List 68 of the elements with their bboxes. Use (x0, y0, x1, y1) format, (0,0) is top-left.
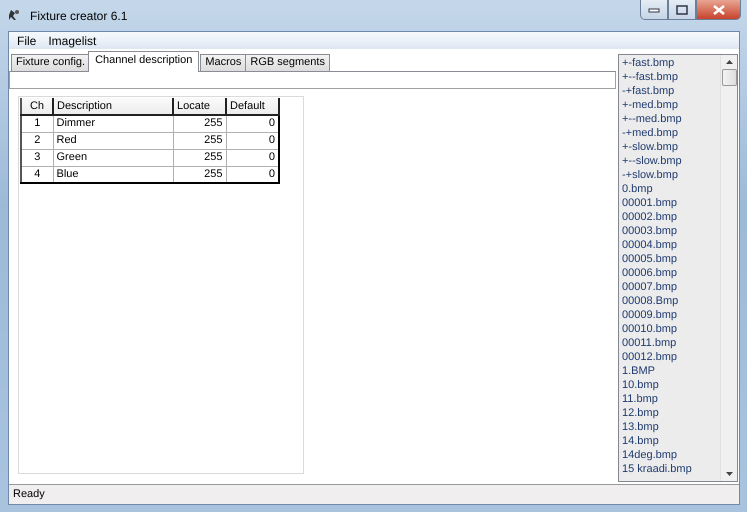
table-cell: Blue (53, 166, 173, 183)
list-item[interactable]: +-slow.bmp (622, 140, 717, 154)
tab[interactable]: Macros (200, 54, 246, 71)
minimize-icon (648, 6, 660, 12)
list-item[interactable]: 00007.bmp (622, 280, 717, 294)
list-item[interactable]: 00005.bmp (622, 252, 717, 266)
list-item[interactable]: 12.bmp (622, 406, 717, 420)
window-title: Fixture creator 6.1 (30, 8, 128, 24)
menu-item[interactable]: Imagelist (44, 32, 100, 50)
scroll-thumb[interactable] (722, 69, 736, 86)
table-cell: 255 (173, 132, 226, 149)
minimize-button[interactable] (640, 0, 668, 20)
close-icon (712, 4, 724, 14)
maximize-icon (676, 4, 688, 14)
list-item[interactable]: 00002.bmp (622, 210, 717, 224)
list-item[interactable]: +--fast.bmp (622, 70, 717, 84)
table-cell: Green (53, 149, 173, 166)
list-item[interactable]: 0.bmp (622, 182, 717, 196)
list-item[interactable]: 13.bmp (622, 420, 717, 434)
list-item[interactable]: 14deg.bmp (622, 448, 717, 462)
table-cell: 0 (226, 149, 279, 166)
menu-item[interactable]: File (13, 32, 40, 50)
table-cell: 2 (21, 132, 53, 149)
maximize-button[interactable] (668, 0, 696, 20)
list-item[interactable]: 00008.Bmp (622, 294, 717, 308)
table-cell: 255 (173, 115, 226, 132)
list-item[interactable]: 00009.bmp (622, 308, 717, 322)
table-cell: 0 (226, 166, 279, 183)
imagelist-listbox[interactable] (618, 54, 738, 482)
table-cell: 255 (173, 149, 226, 166)
status-text: Ready (13, 487, 45, 502)
list-item[interactable]: 00006.bmp (622, 266, 717, 280)
table-cell: 4 (21, 166, 53, 183)
list-item[interactable]: +--slow.bmp (622, 154, 717, 168)
text-field[interactable] (9, 71, 616, 89)
list-item[interactable]: 00012.bmp (622, 350, 717, 364)
list-item[interactable]: 11.bmp (622, 392, 717, 406)
list-item[interactable]: 15 kraadi.bmp (622, 462, 717, 476)
column-header[interactable]: Default (226, 98, 279, 115)
list-item[interactable]: 00004.bmp (622, 238, 717, 252)
list-item[interactable]: -+fast.bmp (622, 84, 717, 98)
column-header[interactable]: Ch (21, 98, 53, 115)
column-header[interactable]: Description (53, 98, 173, 115)
list-item[interactable]: -+slow.bmp (622, 168, 717, 182)
list-item[interactable]: 00010.bmp (622, 322, 717, 336)
list-item[interactable]: -+med.bmp (622, 126, 717, 140)
table-cell: 0 (226, 115, 279, 132)
tab[interactable]: Channel description (88, 51, 200, 72)
list-item[interactable]: 00011.bmp (622, 336, 717, 350)
tab[interactable]: Fixture config. (11, 54, 90, 71)
list-item[interactable]: +-med.bmp (622, 98, 717, 112)
scrollbar[interactable] (720, 55, 737, 481)
table-cell: 255 (173, 166, 226, 183)
table-cell: 1 (21, 115, 53, 132)
list-item[interactable]: 00003.bmp (622, 224, 717, 238)
list-item[interactable]: 10.bmp (622, 378, 717, 392)
table-cell: 3 (21, 149, 53, 166)
list-item[interactable]: 14.bmp (622, 434, 717, 448)
table-cell: 0 (226, 132, 279, 149)
list-item[interactable]: +--med.bmp (622, 112, 717, 126)
list-item[interactable]: 00001.bmp (622, 196, 717, 210)
list-item[interactable]: 1.BMP (622, 364, 717, 378)
table-cell: Dimmer (53, 115, 173, 132)
close-button[interactable] (696, 0, 741, 20)
tab[interactable]: RGB segments (245, 54, 330, 71)
list-item[interactable]: +-fast.bmp (622, 56, 717, 70)
column-header[interactable]: Locate (173, 98, 226, 115)
table-cell: Red (53, 132, 173, 149)
